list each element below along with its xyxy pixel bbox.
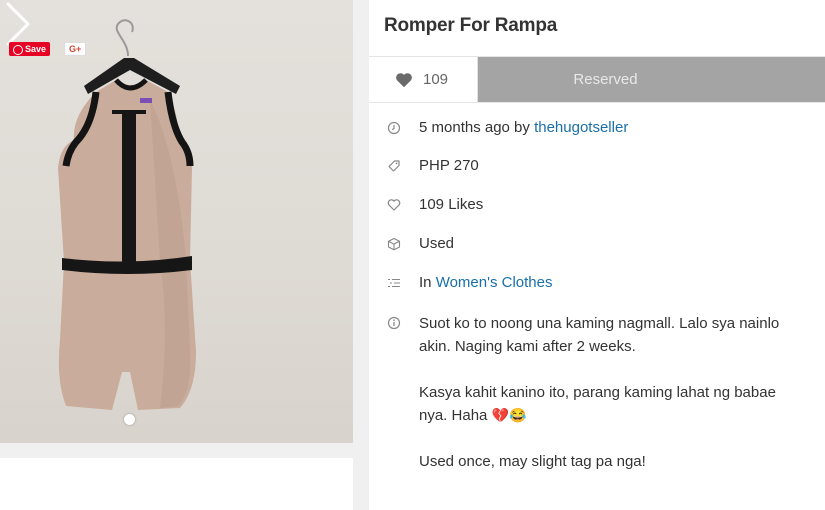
condition-text: Used <box>419 235 455 252</box>
carousel-dot[interactable] <box>124 414 135 425</box>
divider <box>369 102 825 103</box>
likes-row: 109 Likes <box>369 196 483 213</box>
description-row <box>369 314 419 330</box>
posted-text: 5 months ago by <box>419 119 530 136</box>
clock-icon <box>369 119 419 135</box>
heart-outline-icon <box>369 196 419 212</box>
description-paragraph: Kasya kahit kanino ito, parang kaming la… <box>419 384 776 424</box>
pinterest-save-button[interactable]: Save <box>9 42 51 56</box>
like-count: 109 <box>423 71 449 88</box>
emoji: 💔😂 <box>491 407 527 423</box>
google-plus-button[interactable]: G+ <box>64 42 87 56</box>
description-paragraph: Suot ko to noong una kaming nagmall. Lal… <box>419 315 780 355</box>
heart-icon <box>396 72 412 87</box>
likes-text: 109 Likes <box>419 196 484 213</box>
share-card <box>0 458 353 510</box>
like-button[interactable]: 109 <box>369 57 478 102</box>
posted-row: 5 months ago by thehugotseller <box>369 119 628 136</box>
reserved-button[interactable]: Reserved <box>478 57 825 102</box>
box-icon <box>369 235 419 251</box>
info-icon <box>369 314 419 330</box>
description-paragraph: Used once, may slight tag pa nga! <box>419 453 646 470</box>
condition-row: Used <box>369 235 454 252</box>
seller-link[interactable]: thehugotseller <box>534 119 628 136</box>
listing-page: Save G+ Romper For Rampa 109 Reserved 5 … <box>0 0 825 510</box>
price-text: PHP 270 <box>419 157 479 174</box>
chevron-right-icon[interactable] <box>0 0 34 48</box>
description-text: Suot ko to noong una kaming nagmall. Lal… <box>419 312 825 496</box>
price-row: PHP 270 <box>369 157 479 174</box>
product-photo-carousel[interactable] <box>0 0 353 443</box>
listing-title: Romper For Rampa <box>384 15 558 36</box>
list-icon <box>369 274 419 290</box>
category-row: In Women's Clothes <box>369 274 553 291</box>
romper-photo <box>58 19 196 410</box>
tag-icon <box>369 157 419 173</box>
category-prefix: In <box>419 274 432 291</box>
category-link[interactable]: Women's Clothes <box>436 274 553 291</box>
